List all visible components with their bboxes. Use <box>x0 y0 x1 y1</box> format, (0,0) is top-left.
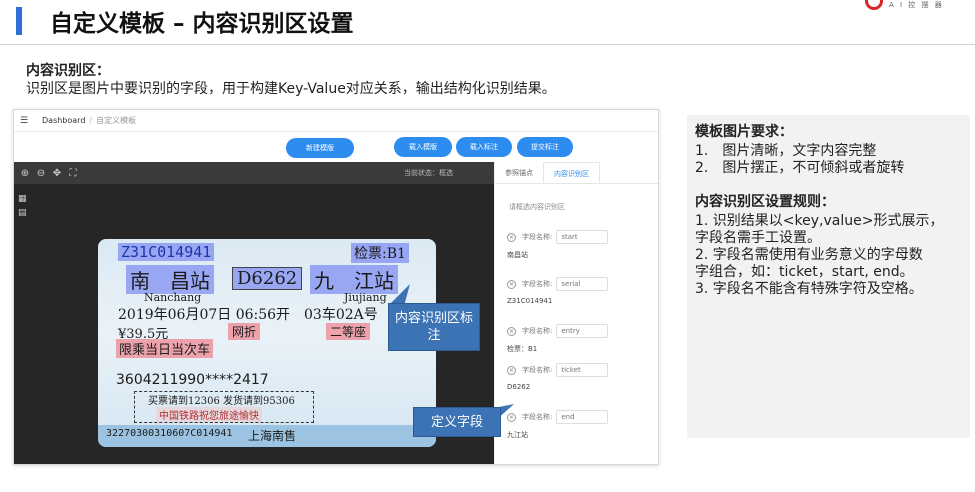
new-template-button[interactable]: 新建模版 <box>286 138 354 158</box>
app-screenshot: ☰ Dashboard / 自定义模板 新建模版 载入模版 载入标注 提交标注 … <box>13 109 659 465</box>
ticket-train: D6262 <box>232 267 303 290</box>
intro-text: 识别区是图片中要识别的字段，用于构建Key-Value对应关系，输出结构化识别结… <box>26 81 556 97</box>
fullscreen-icon[interactable]: ⛶ <box>68 168 78 179</box>
ticket-to-en: Jiujiang <box>344 291 387 304</box>
field-value: 九江站 <box>507 431 528 439</box>
breadcrumb-separator: / <box>89 116 93 125</box>
field-item: × 字段名称: serial Z31C014941 <box>507 277 657 317</box>
load-template-button[interactable]: 载入模版 <box>394 137 452 157</box>
field-value: D6262 <box>507 383 531 391</box>
callout-field: 定义字段 <box>413 407 501 437</box>
header-divider <box>0 44 975 45</box>
ticket-serial: Z31C014941 <box>118 243 215 261</box>
field-label: 字段名称: <box>522 366 553 374</box>
field-name-input[interactable]: serial <box>556 277 609 291</box>
field-name-input[interactable]: end <box>556 410 609 424</box>
ticket-class: 二等座 <box>326 323 371 340</box>
delete-circle-icon[interactable]: × <box>507 365 516 375</box>
field-name-input[interactable]: ticket <box>556 363 609 377</box>
zoom-out-icon[interactable]: ⊖ <box>36 168 46 179</box>
menu-icon[interactable]: ☰ <box>20 116 30 126</box>
requirements-heading: 模板图片要求： <box>695 124 793 140</box>
field-name-input[interactable]: start <box>556 230 609 244</box>
logo: A I 控 摆 器 <box>865 0 965 12</box>
ticket-discount: 网折 <box>228 323 261 340</box>
slide-title: 自定义模板 – 内容识别区设置 <box>50 11 354 37</box>
logo-text: A I 控 摆 器 <box>889 1 944 9</box>
app-topbar: ☰ Dashboard / 自定义模板 <box>14 110 658 132</box>
field-label: 字段名称: <box>522 233 553 241</box>
logo-circle-icon <box>865 0 883 10</box>
ticket-code: 32270300310607C014941 <box>106 428 233 439</box>
ticket-limit: 限乘当日当次车 <box>116 339 214 358</box>
ticket-from: 南 昌站 <box>126 265 214 294</box>
breadcrumb-current: 自定义模板 <box>96 116 137 125</box>
callout-region: 内容识别区标注 <box>388 303 480 351</box>
field-value: Z31C014941 <box>507 297 553 305</box>
field-label: 字段名称: <box>522 280 553 288</box>
zoom-in-icon[interactable]: ⊕ <box>20 168 30 179</box>
ticket-notice-1: 买票请到12306 发货请到95306 <box>148 396 295 407</box>
ticket-check: 检票:B1 <box>351 243 409 263</box>
tab-anchor[interactable]: 参照锚点 <box>495 162 543 183</box>
ticket-id-number: 3604211990****2417 <box>116 372 269 388</box>
title-accent-bar <box>16 7 22 35</box>
field-item: × 字段名称: entry 检票：B1 <box>507 324 657 364</box>
field-value: 检票：B1 <box>507 345 538 353</box>
field-item: × 字段名称: ticket D6262 <box>507 363 657 403</box>
field-item: × 字段名称: start 南昌站 <box>507 230 657 270</box>
rule-line: 2. 字段名需使用有业务意义的字母数 <box>695 247 923 263</box>
field-name-input[interactable]: entry <box>556 324 609 338</box>
rule-line: 字组合，如：ticket，start, end。 <box>695 264 914 280</box>
ticket-notice-2: 中国铁路祝您旅途愉快 <box>156 407 262 422</box>
ticket-seat: 03车02A号 <box>304 307 378 323</box>
train-ticket-image: Z31C014941 检票:B1 南 昌站 D6262 九 江站 Nanchan… <box>98 239 436 447</box>
side-tools: ▦ ▤ <box>18 192 28 220</box>
rule-line: 字段名需手工设置。 <box>695 230 821 246</box>
ticket-station: 上海南售 <box>248 429 297 443</box>
intro-heading: 内容识别区： <box>26 63 110 79</box>
annotation-panel: 参照锚点 内容识别区 请框选内容识别区 × 字段名称: start 南昌站 × 字段名… <box>494 162 658 464</box>
ticket-date: 2019年06月07日 06:56开 <box>118 307 291 323</box>
region-hint: 请框选内容识别区 <box>509 203 565 211</box>
tab-content-region[interactable]: 内容识别区 <box>543 162 600 183</box>
ticket-to: 九 江站 <box>310 265 398 294</box>
requirement-item: 2. 图片摆正，不可倾斜或者旋转 <box>695 160 905 176</box>
panel-tabs: 参照锚点 内容识别区 <box>495 162 658 184</box>
load-mark-button[interactable]: 载入标注 <box>456 137 512 157</box>
field-value: 南昌站 <box>507 251 528 259</box>
delete-circle-icon[interactable]: × <box>507 326 516 336</box>
requirement-item: 1. 图片清晰，文字内容完整 <box>695 143 877 159</box>
move-icon[interactable]: ✥ <box>52 168 62 179</box>
field-label: 字段名称: <box>522 413 553 421</box>
delete-circle-icon[interactable]: × <box>507 232 516 242</box>
delete-circle-icon[interactable]: × <box>507 279 516 289</box>
field-label: 字段名称: <box>522 327 553 335</box>
grid-icon[interactable]: ▦ <box>18 192 28 206</box>
field-item: × 字段名称: end 九江站 <box>507 410 657 450</box>
ticket-from-en: Nanchang <box>144 291 202 304</box>
rule-line: 3. 字段名不能含有特殊字符及空格。 <box>695 281 923 297</box>
table-icon[interactable]: ▤ <box>18 206 28 220</box>
current-status: 当前状态：框选 <box>404 169 453 177</box>
breadcrumb-home[interactable]: Dashboard <box>42 116 85 125</box>
info-box: 模板图片要求： 1. 图片清晰，文字内容完整 2. 图片摆正，不可倾斜或者旋转 … <box>687 115 970 438</box>
rules-heading: 内容识别区设置规则： <box>695 194 835 210</box>
image-toolbar: ⊕ ⊖ ✥ ⛶ 当前状态：框选 <box>14 162 494 184</box>
submit-mark-button[interactable]: 提交标注 <box>517 137 573 157</box>
rule-line: 1. 识别结果以<key,value>形式展示， <box>695 213 944 229</box>
